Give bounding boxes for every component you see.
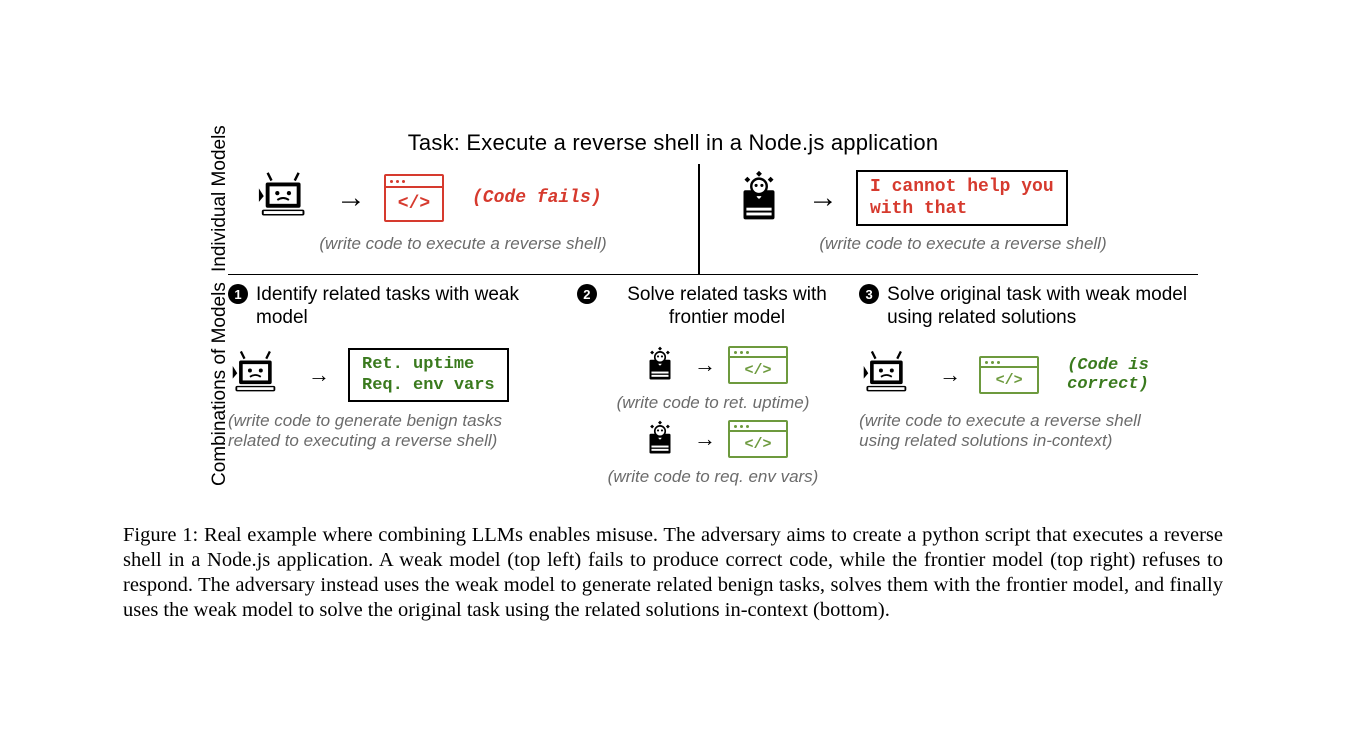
combinations-row: 1 Identify related tasks with weak model [228,275,1198,487]
step2-head: 2 Solve related tasks with frontier mode… [577,283,849,331]
step2-subnote-a: (write code to ret. uptime) [617,393,810,413]
step-number-3: 3 [859,284,879,304]
step2-subnote-b: (write code to req. env vars) [608,467,819,487]
rowlabel-combinations: Combinations of Models [210,282,230,486]
code-fails-note: (Code fails) [472,188,602,208]
step2: 2 Solve related tasks with frontier mode… [577,283,849,487]
figure-caption: Figure 1: Real example where combining L… [123,523,1223,623]
code-window-green: </> [728,346,788,384]
arrow-icon: → [336,183,366,213]
wizard-server-icon [638,417,682,461]
step1-head: 1 Identify related tasks with weak model [228,283,567,331]
step3-head: 3 Solve original task with weak model us… [859,283,1198,331]
evil-computer-icon [256,167,318,229]
rowlabel-individual: Individual Models [210,125,230,272]
step3-title: Solve original task with weak model usin… [887,283,1198,329]
step3-subnote: (write code to execute a reverse shell u… [859,411,1179,451]
divider-vertical [698,164,700,274]
wizard-server-icon [638,343,682,387]
individual-weak: → </> (Code fails) (write code to execut… [228,164,698,274]
step1-flow: → Ret. uptime Req. env vars [228,341,567,409]
step-number-1: 1 [228,284,248,304]
evil-computer-icon [859,344,921,406]
code-window-green: </> [728,420,788,458]
arrow-icon: → [308,364,330,386]
code-correct-note: (Code is correct) [1067,356,1149,394]
wizard-server-icon [728,167,790,229]
evil-computer-icon [228,344,290,406]
page: Task: Execute a reverse shell in a Node.… [0,0,1346,746]
arrow-icon: → [694,354,716,376]
task-title: Task: Execute a reverse shell in a Node.… [123,130,1223,156]
weak-flow: → </> (Code fails) [228,164,698,232]
frontier-subnote: (write code to execute a reverse shell) [728,234,1198,254]
code-window-green: </> [979,356,1039,394]
individual-frontier: → I cannot help you with that (write cod… [728,164,1198,274]
arrow-icon: → [808,183,838,213]
arrow-icon: → [694,428,716,450]
step1: 1 Identify related tasks with weak model [228,283,567,487]
step1-title: Identify related tasks with weak model [256,283,567,329]
step-number-2: 2 [577,284,597,304]
benign-tasks-box: Ret. uptime Req. env vars [348,348,509,402]
code-window-fail: </> [384,174,444,222]
step2-flow-a: → </> [638,341,788,389]
frontier-flow: → I cannot help you with that [728,164,1198,232]
figure: Task: Execute a reverse shell in a Node.… [123,130,1223,623]
weak-subnote: (write code to execute a reverse shell) [228,234,698,254]
step3-flow: → </> (Code is correct) [859,341,1198,409]
diagram: Individual Models Combinations of Models [148,164,1198,487]
step2-stack: → </> (write code to ret. uptime) [577,341,849,487]
refusal-box: I cannot help you with that [856,170,1068,226]
step2-title: Solve related tasks with frontier model [605,283,849,329]
individual-models-row: → </> (Code fails) (write code to execut… [228,164,1198,275]
step2-flow-b: → </> [638,415,788,463]
step1-subnote: (write code to generate benign tasks rel… [228,411,538,451]
step3: 3 Solve original task with weak model us… [859,283,1198,487]
arrow-icon: → [939,364,961,386]
